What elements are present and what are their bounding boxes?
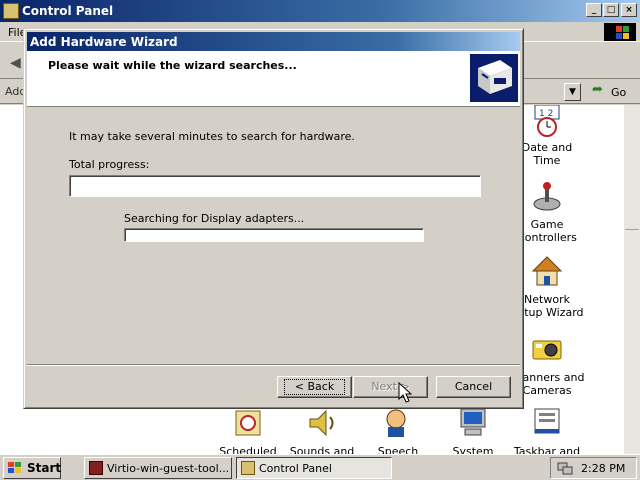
- taskbar-item-virtio[interactable]: Virtio-win-guest-tool...: [84, 457, 232, 479]
- scheduled-tasks-icon: [232, 407, 264, 439]
- go-label: Go: [611, 86, 627, 99]
- minimize-button[interactable]: _: [586, 3, 602, 17]
- total-progress-label: Total progress:: [69, 158, 150, 171]
- cancel-button[interactable]: Cancel: [436, 376, 511, 398]
- back-button[interactable]: < Back: [277, 376, 352, 398]
- computer-icon: [457, 407, 489, 439]
- applet-system[interactable]: System: [433, 407, 513, 458]
- applet-scheduled-tasks[interactable]: Scheduled: [208, 407, 288, 458]
- wizard-header: Please wait while the wizard searches...: [27, 51, 520, 107]
- taskbar-item-label: Control Panel: [259, 462, 332, 475]
- start-label: Start: [27, 461, 62, 475]
- wizard-body: It may take several minutes to search fo…: [27, 108, 520, 363]
- windows-logo-icon: [604, 23, 636, 41]
- joystick-icon: [531, 180, 563, 212]
- taskbar-item-control-panel[interactable]: Control Panel: [236, 457, 392, 479]
- go-button[interactable]: ➦ Go: [590, 82, 634, 100]
- installer-icon: [89, 461, 103, 475]
- applet-speech[interactable]: Speech: [358, 407, 438, 458]
- add-hardware-wizard-dialog: Add Hardware Wizard Please wait while th…: [23, 28, 524, 409]
- wizard-description: It may take several minutes to search fo…: [69, 130, 355, 143]
- next-button[interactable]: Next >: [353, 376, 428, 398]
- taskbar-clock[interactable]: 2:28 PM: [581, 462, 625, 475]
- control-panel-icon: [3, 3, 19, 19]
- mouse-cursor-icon: [398, 381, 413, 407]
- scrollbar-thumb[interactable]: [625, 229, 639, 235]
- close-button[interactable]: ×: [621, 3, 637, 17]
- start-button[interactable]: Start: [3, 457, 61, 479]
- speaker-icon: [306, 407, 338, 439]
- taskbar-item-label: Virtio-win-guest-tool...: [107, 462, 230, 475]
- applet-taskbar[interactable]: Taskbar and: [507, 407, 587, 458]
- wizard-separator: [27, 364, 520, 366]
- taskbar: Start Virtio-win-guest-tool... Control P…: [0, 454, 640, 480]
- applet-sounds[interactable]: Sounds and: [282, 407, 362, 458]
- control-panel-icon: [241, 461, 255, 475]
- hardware-icon: [470, 54, 518, 102]
- camera-icon: [531, 333, 563, 365]
- network-house-icon: [531, 255, 563, 287]
- maximize-button[interactable]: □: [603, 3, 619, 17]
- control-panel-titlebar[interactable]: Control Panel _ □ ×: [0, 0, 640, 22]
- system-tray: 2:28 PM: [550, 457, 637, 479]
- control-panel-title: Control Panel: [22, 4, 114, 18]
- wizard-titlebar[interactable]: Add Hardware Wizard: [27, 32, 520, 51]
- wizard-heading: Please wait while the wizard searches...: [48, 59, 297, 72]
- windows-flag-icon: [8, 462, 21, 473]
- searching-progress-bar: [124, 228, 424, 242]
- go-arrow-icon: ➦: [592, 82, 603, 97]
- back-button-label: < Back: [283, 379, 346, 395]
- taskbar-icon: [531, 407, 563, 439]
- address-dropdown-button[interactable]: ▼: [564, 83, 581, 101]
- vertical-scrollbar[interactable]: [624, 105, 640, 454]
- total-progress-bar: [69, 175, 481, 197]
- speech-icon: [382, 407, 414, 439]
- clock-calendar-icon: 1 2: [531, 104, 563, 137]
- network-tray-icon[interactable]: [557, 461, 573, 475]
- wizard-title: Add Hardware Wizard: [30, 35, 178, 49]
- back-arrow-icon[interactable]: ◀: [10, 55, 21, 71]
- searching-status-label: Searching for Display adapters...: [124, 212, 305, 225]
